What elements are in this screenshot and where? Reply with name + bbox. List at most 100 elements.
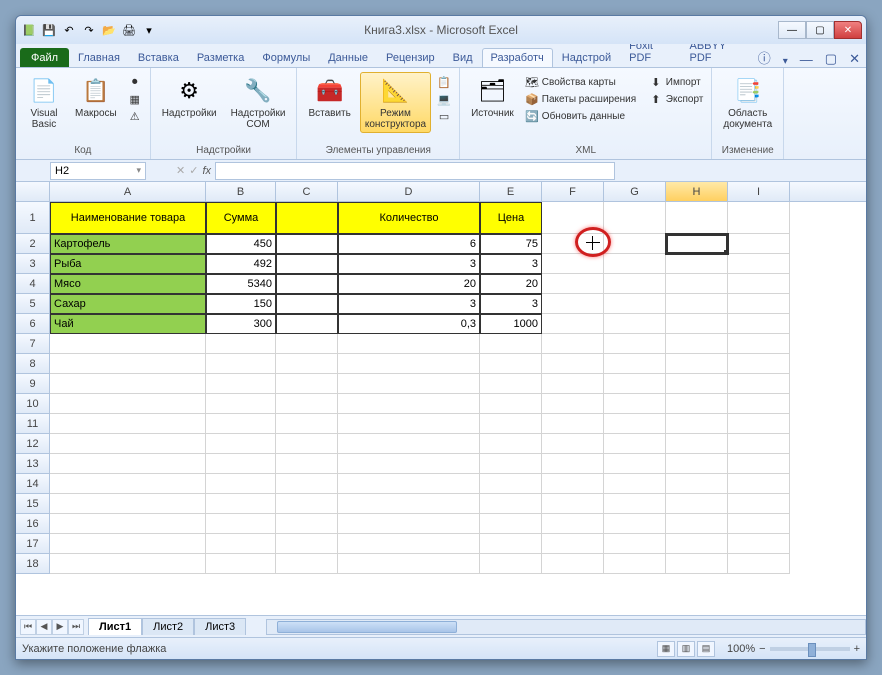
cell-H16[interactable] xyxy=(666,514,728,534)
cell-D8[interactable] xyxy=(338,354,480,374)
cell-E17[interactable] xyxy=(480,534,542,554)
cell-I17[interactable] xyxy=(728,534,790,554)
zoom-slider[interactable] xyxy=(770,647,850,651)
cell-A12[interactable] xyxy=(50,434,206,454)
relative-ref-button[interactable]: ▦ xyxy=(126,91,144,107)
cell-H15[interactable] xyxy=(666,494,728,514)
cell-F7[interactable] xyxy=(542,334,604,354)
cell-H8[interactable] xyxy=(666,354,728,374)
cell-A11[interactable] xyxy=(50,414,206,434)
accept-formula-icon[interactable]: ✓ xyxy=(189,164,198,177)
col-header-E[interactable]: E xyxy=(480,182,542,201)
cell-D10[interactable] xyxy=(338,394,480,414)
cell-E8[interactable] xyxy=(480,354,542,374)
sheet-nav-last[interactable]: ⏭ xyxy=(68,619,84,635)
row-header-4[interactable]: 4 xyxy=(16,274,50,294)
doc-min-icon[interactable]: — xyxy=(794,52,819,67)
cell-D3[interactable]: 3 xyxy=(338,254,480,274)
row-header-14[interactable]: 14 xyxy=(16,474,50,494)
sheet-tab-3[interactable]: Лист3 xyxy=(194,618,246,635)
cell-H6[interactable] xyxy=(666,314,728,334)
col-header-F[interactable]: F xyxy=(542,182,604,201)
cell-D11[interactable] xyxy=(338,414,480,434)
cell-E9[interactable] xyxy=(480,374,542,394)
cell-C10[interactable] xyxy=(276,394,338,414)
row-header-1[interactable]: 1 xyxy=(16,202,50,234)
zoom-out-button[interactable]: − xyxy=(759,643,765,655)
row-header-8[interactable]: 8 xyxy=(16,354,50,374)
sheet-tab-1[interactable]: Лист1 xyxy=(88,618,142,635)
cell-G8[interactable] xyxy=(604,354,666,374)
grid-body[interactable]: 1 Наименование товара Сумма Количество Ц… xyxy=(16,202,866,615)
row-header-11[interactable]: 11 xyxy=(16,414,50,434)
cell-E6[interactable]: 1000 xyxy=(480,314,542,334)
cell-A14[interactable] xyxy=(50,474,206,494)
row-header-10[interactable]: 10 xyxy=(16,394,50,414)
tab-addins[interactable]: Надстрой xyxy=(553,48,620,67)
cell-E2[interactable]: 75 xyxy=(480,234,542,254)
cell-F3[interactable] xyxy=(542,254,604,274)
tab-developer[interactable]: Разработч xyxy=(482,48,553,67)
hscroll-thumb[interactable] xyxy=(277,621,457,633)
cell-E10[interactable] xyxy=(480,394,542,414)
cell-H3[interactable] xyxy=(666,254,728,274)
cell-D18[interactable] xyxy=(338,554,480,574)
cell-C7[interactable] xyxy=(276,334,338,354)
cell-C14[interactable] xyxy=(276,474,338,494)
cell-E16[interactable] xyxy=(480,514,542,534)
cell-E14[interactable] xyxy=(480,474,542,494)
cell-G1[interactable] xyxy=(604,202,666,234)
cell-E1[interactable]: Цена xyxy=(480,202,542,234)
cell-H10[interactable] xyxy=(666,394,728,414)
cell-B17[interactable] xyxy=(206,534,276,554)
cell-C4[interactable] xyxy=(276,274,338,294)
col-header-G[interactable]: G xyxy=(604,182,666,201)
cell-B16[interactable] xyxy=(206,514,276,534)
cell-F4[interactable] xyxy=(542,274,604,294)
cell-B8[interactable] xyxy=(206,354,276,374)
cell-H4[interactable] xyxy=(666,274,728,294)
cell-C12[interactable] xyxy=(276,434,338,454)
cell-F18[interactable] xyxy=(542,554,604,574)
cell-B5[interactable]: 150 xyxy=(206,294,276,314)
help-icon[interactable]: ⓘ xyxy=(752,48,777,67)
cell-I10[interactable] xyxy=(728,394,790,414)
cell-I4[interactable] xyxy=(728,274,790,294)
row-header-15[interactable]: 15 xyxy=(16,494,50,514)
fx-icon[interactable]: fx xyxy=(202,165,211,177)
close-button[interactable]: ✕ xyxy=(834,21,862,39)
cell-G16[interactable] xyxy=(604,514,666,534)
cell-B15[interactable] xyxy=(206,494,276,514)
addins-button[interactable]: ⚙ Надстройки xyxy=(157,72,222,122)
cell-D5[interactable]: 3 xyxy=(338,294,480,314)
cell-B14[interactable] xyxy=(206,474,276,494)
doc-max-icon[interactable]: ▢ xyxy=(819,51,843,67)
cell-D15[interactable] xyxy=(338,494,480,514)
cell-G11[interactable] xyxy=(604,414,666,434)
cell-E11[interactable] xyxy=(480,414,542,434)
cell-I3[interactable] xyxy=(728,254,790,274)
cell-B9[interactable] xyxy=(206,374,276,394)
cell-F5[interactable] xyxy=(542,294,604,314)
source-button[interactable]: 🗂 Источник xyxy=(466,72,519,122)
cell-D6[interactable]: 0,3 xyxy=(338,314,480,334)
cell-G7[interactable] xyxy=(604,334,666,354)
tab-home[interactable]: Главная xyxy=(69,48,129,67)
cell-C18[interactable] xyxy=(276,554,338,574)
cell-H2[interactable] xyxy=(666,234,728,254)
minimize-button[interactable]: — xyxy=(778,21,806,39)
macros-button[interactable]: 📋 Макросы xyxy=(70,72,122,122)
cell-A16[interactable] xyxy=(50,514,206,534)
cell-A18[interactable] xyxy=(50,554,206,574)
cell-I6[interactable] xyxy=(728,314,790,334)
doc-close-icon[interactable]: ✕ xyxy=(843,51,866,67)
tab-insert[interactable]: Вставка xyxy=(129,48,188,67)
cell-B11[interactable] xyxy=(206,414,276,434)
row-header-17[interactable]: 17 xyxy=(16,534,50,554)
cell-C3[interactable] xyxy=(276,254,338,274)
cell-C5[interactable] xyxy=(276,294,338,314)
cell-I15[interactable] xyxy=(728,494,790,514)
cell-H18[interactable] xyxy=(666,554,728,574)
cell-G9[interactable] xyxy=(604,374,666,394)
cell-D12[interactable] xyxy=(338,434,480,454)
